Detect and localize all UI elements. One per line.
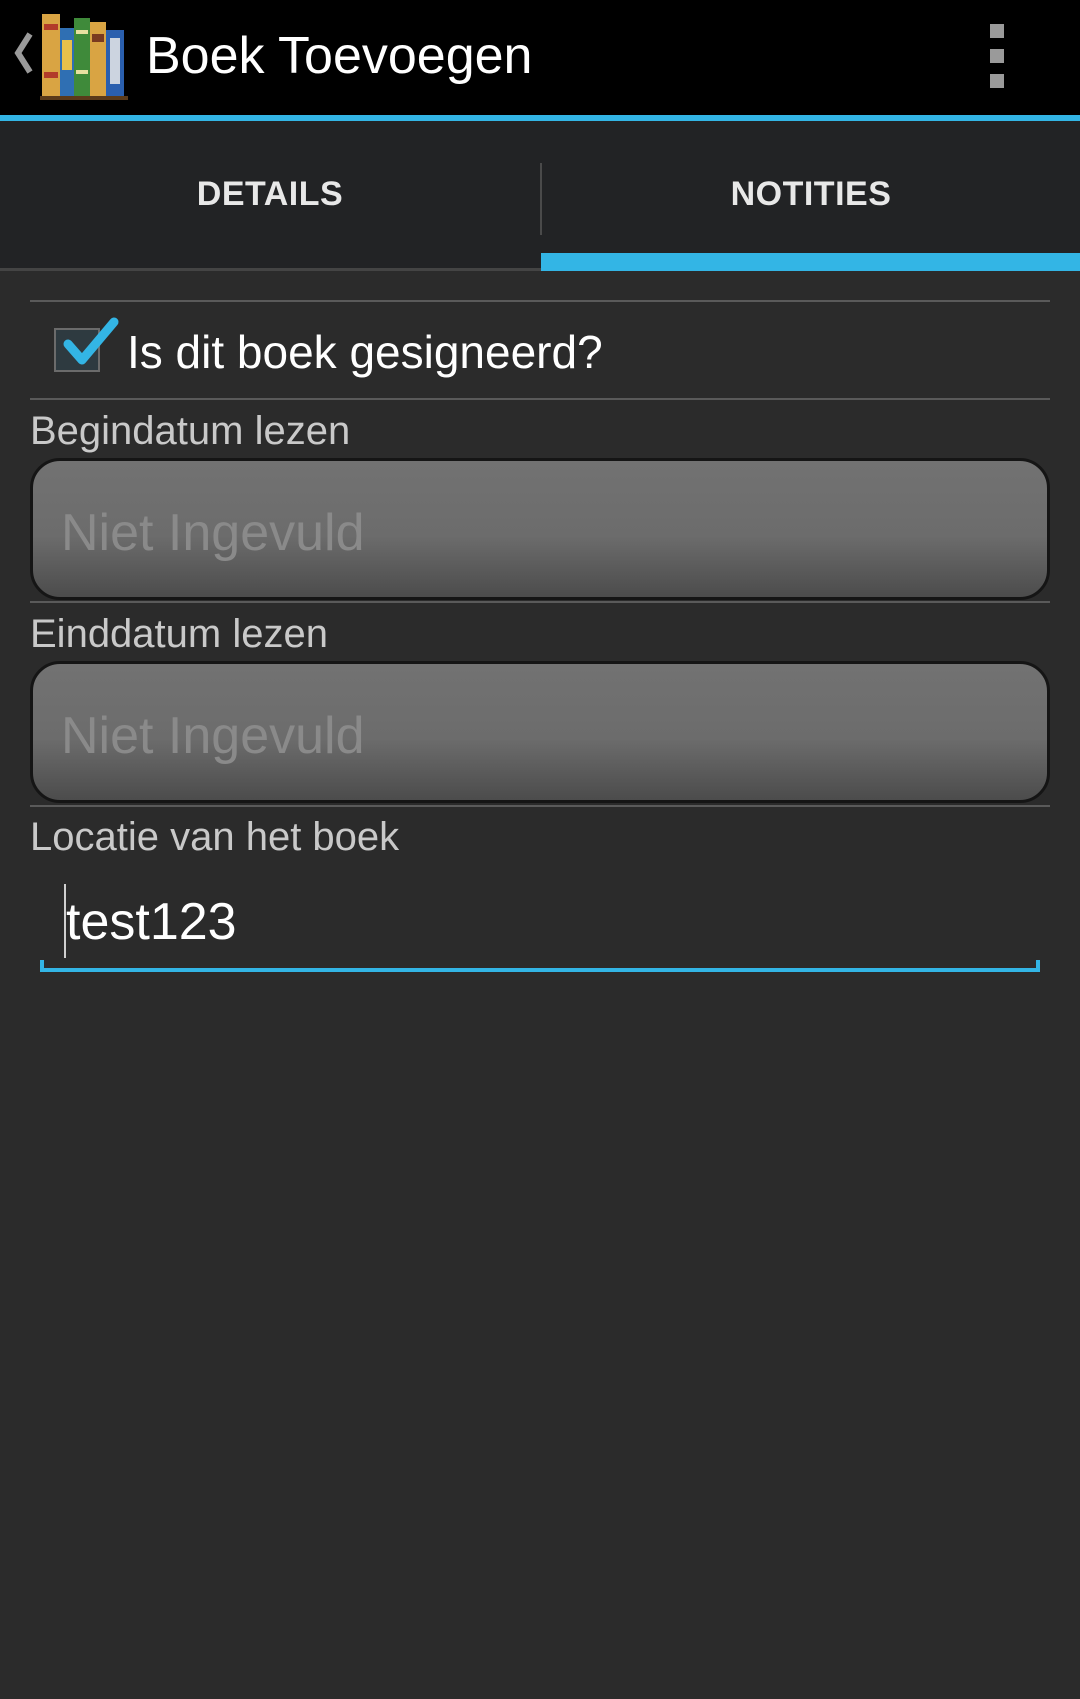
tab-details[interactable]: DETAILS xyxy=(0,121,540,268)
input-underline-tick xyxy=(1036,960,1040,972)
checkmark-icon xyxy=(63,317,119,365)
end-date-label: Einddatum lezen xyxy=(30,612,328,656)
end-date-value: Niet Ingevuld xyxy=(61,707,365,765)
overflow-menu-icon[interactable] xyxy=(982,24,1012,88)
tab-notities[interactable]: NOTITIES xyxy=(541,121,1080,271)
tab-notities-label: NOTITIES xyxy=(730,175,892,213)
tab-details-label: DETAILS xyxy=(196,175,344,213)
tab-selected-indicator xyxy=(541,253,1080,271)
start-date-picker[interactable]: Niet Ingevuld xyxy=(30,458,1050,600)
signed-checkbox-label: Is dit boek gesigneerd? xyxy=(127,326,603,378)
divider xyxy=(30,805,1050,807)
location-input[interactable]: test123 xyxy=(40,876,1040,972)
page-title: Boek Toevoegen xyxy=(146,27,533,85)
signed-checkbox-row[interactable]: Is dit boek gesigneerd? xyxy=(30,302,1050,398)
up-caret-icon[interactable] xyxy=(10,28,36,78)
bookshelf-icon[interactable] xyxy=(40,10,128,100)
location-label: Locatie van het boek xyxy=(30,815,400,859)
input-underline-tick xyxy=(40,960,44,972)
tab-bar: DETAILS NOTITIES xyxy=(0,121,1080,271)
action-bar: Boek Toevoegen xyxy=(0,0,1080,121)
start-date-value: Niet Ingevuld xyxy=(61,504,365,562)
location-input-value[interactable]: test123 xyxy=(66,892,237,952)
divider xyxy=(30,601,1050,603)
input-underline xyxy=(40,968,1040,972)
end-date-picker[interactable]: Niet Ingevuld xyxy=(30,661,1050,803)
start-date-label: Begindatum lezen xyxy=(30,409,351,453)
divider xyxy=(30,398,1050,400)
